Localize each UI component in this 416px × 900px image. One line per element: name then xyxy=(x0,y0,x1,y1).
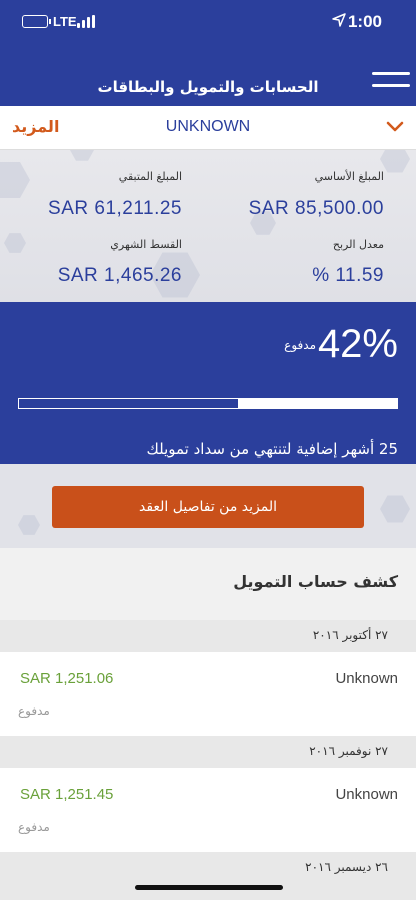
home-indicator xyxy=(135,885,283,890)
list-item[interactable]: Unknown SAR 1,251.45 مدفوع xyxy=(0,768,416,852)
app-header: الحسابات والتمويل والبطاقات xyxy=(0,44,416,106)
date-header: ٢٧ نوفمبر ٢٠١٦ xyxy=(0,736,416,768)
date-header: ٢٧ أكتوبر ٢٠١٦ xyxy=(0,620,416,652)
entry-name: Unknown xyxy=(335,670,398,687)
entry-status: مدفوع xyxy=(18,820,50,834)
page-title: الحسابات والتمويل والبطاقات xyxy=(97,78,319,96)
original-amount-value: SAR 85,500.00 xyxy=(248,198,384,219)
network-type: LTE xyxy=(53,14,77,29)
paid-label: مدفوع xyxy=(284,338,316,352)
remaining-amount-value: SAR 61,211.25 xyxy=(48,198,182,219)
entry-status: مدفوع xyxy=(18,704,50,718)
contract-details-button[interactable]: المزيد من تفاصيل العقد xyxy=(52,486,364,528)
remaining-months-text: 25 أشهر إضافية لتنتهي من سداد تمويلك xyxy=(146,440,398,458)
entry-date: ٢٦ ديسمبر ٢٠١٦ xyxy=(305,860,388,874)
account-selector[interactable]: المزيد UNKNOWN xyxy=(0,106,416,150)
remaining-amount-label: المبلغ المتبقي xyxy=(118,170,182,183)
entry-date: ٢٧ نوفمبر ٢٠١٦ xyxy=(309,744,388,758)
contract-button-area: المزيد من تفاصيل العقد xyxy=(0,464,416,548)
monthly-installment-label: القسط الشهري xyxy=(110,238,182,251)
profit-rate-value: % 11.59 xyxy=(312,265,384,286)
location-arrow-icon xyxy=(332,13,346,27)
entry-amount: SAR 1,251.06 xyxy=(20,670,114,687)
progress-bar xyxy=(18,398,398,409)
account-name: UNKNOWN xyxy=(165,118,251,135)
entry-amount: SAR 1,251.45 xyxy=(20,786,114,803)
date-header: ٢٦ ديسمبر ٢٠١٦ xyxy=(0,852,416,900)
clock: 1:00 xyxy=(347,12,382,31)
original-amount-label: المبلغ الأساسي xyxy=(314,170,384,183)
statement-section-header: كشف حساب التمويل xyxy=(0,548,416,620)
battery-icon xyxy=(22,15,51,28)
finance-summary: المبلغ الأساسي SAR 85,500.00 المبلغ المت… xyxy=(0,150,416,302)
entry-name: Unknown xyxy=(335,786,398,803)
repayment-progress: 42% مدفوع 25 أشهر إضافية لتنتهي من سداد … xyxy=(0,302,416,464)
paid-percent: 42% xyxy=(317,322,398,366)
list-item[interactable]: Unknown SAR 1,251.06 مدفوع xyxy=(0,652,416,736)
progress-bar-fill xyxy=(238,399,397,408)
profit-rate-label: معدل الربح xyxy=(332,238,384,251)
status-bar: LTE 1:00 xyxy=(0,0,416,44)
entry-date: ٢٧ أكتوبر ٢٠١٦ xyxy=(312,628,388,642)
chevron-down-icon[interactable] xyxy=(386,118,404,136)
monthly-installment-value: SAR 1,465.26 xyxy=(57,265,182,286)
statement-title: كشف حساب التمويل xyxy=(233,572,398,591)
signal-icon xyxy=(77,15,97,28)
